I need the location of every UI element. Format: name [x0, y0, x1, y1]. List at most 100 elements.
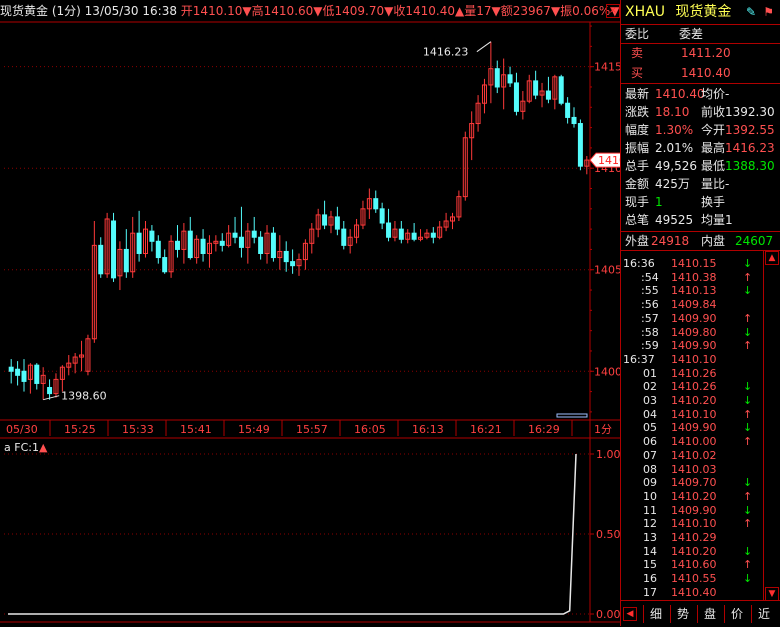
stat-row: 总手49,526最低1388.30 [625, 157, 778, 175]
x-tick-label: 05/30 [6, 423, 38, 436]
y-tick-label: 1400 [594, 365, 620, 378]
inner-label: 内盘 [701, 232, 725, 250]
tick-price: 1410.20 [671, 545, 717, 559]
candle-body [559, 77, 563, 103]
candle-body [48, 388, 52, 394]
stat-value: 1 [655, 193, 663, 211]
up-arrow-icon: ↑ [743, 435, 752, 449]
stat-value: 1388.30 [725, 157, 775, 175]
stat-value: 1392.30 [725, 103, 775, 121]
sell-label: 卖 [631, 44, 643, 62]
candle-body [35, 365, 39, 383]
stat-label: 量比 [701, 175, 725, 193]
weibi-row: 委比 委差 [621, 24, 780, 44]
candle-body [374, 199, 378, 209]
x-tick-label: 16:29 [528, 423, 560, 436]
indicator-arrow-icon: ▲ [39, 441, 47, 454]
tick-price: 1409.90 [671, 312, 717, 326]
candle-body [252, 231, 256, 237]
x-tick-label: 15:25 [64, 423, 96, 436]
tab-3[interactable]: 价 [724, 605, 749, 623]
down-arrow-icon: ↓ [743, 380, 752, 394]
tab-4[interactable]: 近 [751, 605, 776, 623]
candle-body [412, 233, 416, 239]
scroll-up-icon[interactable]: ▲ [765, 251, 779, 265]
candle-body [137, 233, 141, 253]
y-axis: 14001405141014151410 [590, 26, 620, 412]
tab-left-icon[interactable]: ◀ [623, 607, 637, 621]
annotations-layer: 1416.231398.60 [43, 42, 491, 403]
stat-value: 1.30% [655, 121, 693, 139]
candle-body [259, 237, 263, 253]
bottom-tabs: ◀ 细势盘价近 [621, 600, 780, 627]
inner-value: 24607 [735, 232, 773, 250]
up-arrow-icon: ↑ [743, 312, 752, 326]
candle-body [150, 231, 154, 241]
stat-value: 18.10 [655, 103, 689, 121]
tick-row: 16:371410.10 [621, 353, 761, 367]
scroll-down-icon[interactable]: ▼ [765, 587, 779, 601]
tab-2[interactable]: 盘 [697, 605, 722, 623]
candle-body [578, 124, 582, 167]
down-arrow-icon: ↓ [743, 284, 752, 298]
tick-row: 171410.40 [621, 586, 761, 600]
tick-list[interactable]: 16:361410.15↓:541410.38↑:551410.13↓:5614… [621, 251, 763, 601]
candle-body [233, 233, 237, 237]
candle-body [514, 83, 518, 111]
tick-scrollbar[interactable]: ▲ ▼ [763, 251, 780, 601]
tick-price: 1410.00 [671, 435, 717, 449]
tick-row: 101410.20↑ [621, 490, 761, 504]
candle-body [399, 229, 403, 239]
candle-body [335, 217, 339, 229]
signal-icon[interactable]: ⚑ [763, 3, 774, 21]
sub-y-tick-label: 0.00 [596, 608, 620, 621]
tick-price: 1410.15 [671, 257, 717, 271]
x-tick-label: 16:13 [412, 423, 444, 436]
stat-row: 总笔49525均量1 [625, 211, 778, 229]
outer-value: 24918 [651, 232, 689, 250]
stat-value: 1 [725, 211, 733, 229]
candle-body [99, 245, 103, 273]
tab-1[interactable]: 势 [670, 605, 695, 623]
stat-row: 最新1410.40均价- [625, 85, 778, 103]
stat-value: 1416.23 [725, 139, 775, 157]
tick-row: 16:361410.15↓ [621, 257, 761, 271]
candle-body [175, 241, 179, 249]
stat-label: 涨跌 [625, 103, 649, 121]
stat-value: 1410.40 [655, 85, 705, 103]
buy-label: 买 [631, 64, 643, 82]
indicator-label: a FC:1▲ [4, 441, 47, 454]
outer-inner-row: 外盘 24918 内盘 24607 [621, 231, 780, 251]
tick-row: 091409.70↓ [621, 476, 761, 490]
x-tick-label: 15:57 [296, 423, 328, 436]
stat-value: 2.01% [655, 139, 693, 157]
tick-price: 1409.90 [671, 421, 717, 435]
candle-body [323, 215, 327, 225]
candle-body [291, 262, 295, 266]
stat-label: 换手 [701, 193, 725, 211]
tick-row: 051409.90↓ [621, 421, 761, 435]
stat-row: 振幅2.01%最高1416.23 [625, 139, 778, 157]
tick-price: 1410.26 [671, 380, 717, 394]
symbol-name: 现货黄金 [675, 4, 731, 20]
tool-icon[interactable]: ✎ [746, 3, 756, 21]
stat-row: 涨跌18.10前收1392.30 [625, 103, 778, 121]
sell-row: 卖 1411.20 [625, 44, 778, 62]
tick-price: 1409.80 [671, 326, 717, 340]
price-chart[interactable]: 14001405141014151410 05/3015:2515:3315:4… [0, 0, 620, 626]
candle-body [572, 117, 576, 123]
stat-label: 总笔 [625, 211, 649, 229]
tick-price: 1409.70 [671, 476, 717, 490]
sub-y-tick-label: 0.50 [596, 528, 620, 541]
down-arrow-icon: ↓ [743, 504, 752, 518]
tick-price: 1410.20 [671, 490, 717, 504]
x-axis: 05/3015:2515:3315:4115:4915:5716:0516:13… [6, 414, 612, 436]
tick-row: 081410.03 [621, 463, 761, 477]
tick-price: 1410.60 [671, 558, 717, 572]
tick-price: 1409.84 [671, 298, 717, 312]
stat-label: 均价 [701, 85, 725, 103]
symbol-row: XHAU 现货黄金 ✎ ⚑ [625, 3, 778, 21]
tick-price: 1409.90 [671, 504, 717, 518]
indicator-label-text: a FC:1 [4, 441, 39, 454]
tab-0[interactable]: 细 [643, 605, 668, 623]
